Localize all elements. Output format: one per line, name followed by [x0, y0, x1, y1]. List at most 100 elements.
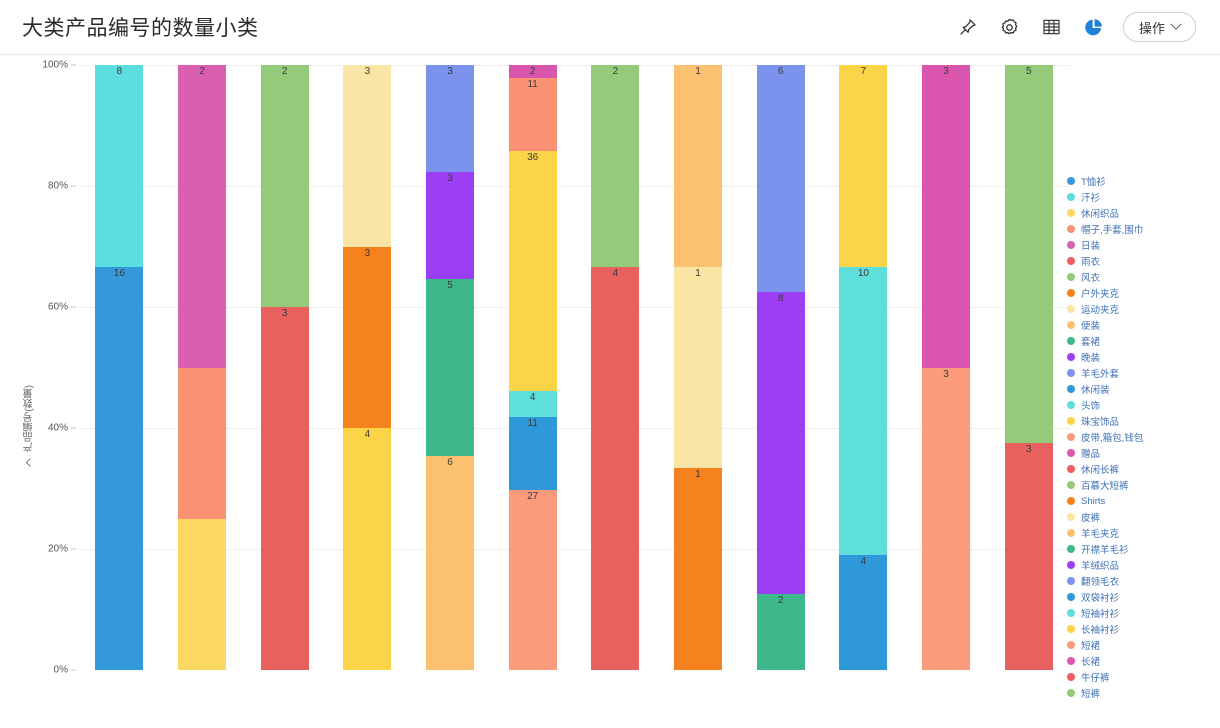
- legend-item[interactable]: 羊毛夹克: [1067, 525, 1202, 541]
- legend-item[interactable]: 短裙: [1067, 637, 1202, 653]
- bar-segment[interactable]: 7: [839, 65, 888, 267]
- legend-item[interactable]: 雨衣: [1067, 253, 1202, 269]
- bar-segment[interactable]: 5: [1004, 65, 1053, 444]
- bar-segment[interactable]: 1: [674, 468, 723, 670]
- page-title: 大类产品编号的数量小类: [22, 17, 259, 40]
- legend-item[interactable]: 羊毛外套: [1067, 365, 1202, 381]
- bar-segment[interactable]: 1: [674, 266, 723, 469]
- legend-color-swatch: [1067, 289, 1075, 297]
- bar-segment[interactable]: 4: [508, 390, 557, 418]
- legend-item[interactable]: 长袖衬衫: [1067, 621, 1202, 637]
- bar-segment[interactable]: 5: [426, 278, 475, 457]
- bar-segment[interactable]: 3: [922, 367, 971, 670]
- bar-segment-value: 11: [527, 79, 538, 91]
- legend-item[interactable]: 头饰: [1067, 397, 1202, 413]
- bar-stack: 3 3 5 6: [426, 65, 475, 670]
- bar-segment[interactable]: 3: [426, 171, 475, 279]
- legend-color-swatch: [1067, 417, 1075, 425]
- bar-segment[interactable]: [178, 367, 226, 519]
- y-axis-tick-label: 0%: [53, 664, 68, 676]
- legend-item[interactable]: 帽子,手套,围巾: [1067, 221, 1202, 237]
- legend-item-label: 赠品: [1081, 449, 1101, 460]
- legend-item-label: 便装: [1081, 321, 1101, 332]
- bar-segment[interactable]: 11: [508, 417, 557, 491]
- bar-stack: 3 3 4: [343, 65, 392, 670]
- bar-segment-value: 2: [529, 66, 536, 77]
- legend-item[interactable]: 休闲织品: [1067, 205, 1202, 221]
- page-header: 大类产品编号的数量小类 操作: [0, 0, 1220, 55]
- bar-segment[interactable]: 3: [922, 65, 971, 368]
- bar-segment[interactable]: 3: [260, 307, 309, 670]
- legend-item-label: 风衣: [1081, 273, 1101, 284]
- legend-item[interactable]: 珠宝饰品: [1067, 413, 1202, 429]
- bar-segment[interactable]: 36: [508, 151, 557, 391]
- bar-segment[interactable]: 2: [591, 65, 640, 267]
- bar-segment[interactable]: 6: [426, 456, 475, 670]
- bar-segment-value: 16: [113, 267, 125, 279]
- legend-item[interactable]: Shirts: [1067, 493, 1202, 509]
- legend-item[interactable]: 短裤: [1067, 685, 1202, 701]
- bar-segment[interactable]: 3: [1004, 443, 1053, 670]
- legend-item[interactable]: 羊绒织品: [1067, 557, 1202, 573]
- bar-segment[interactable]: [178, 518, 226, 670]
- legend-item[interactable]: 皮带,箱包,钱包: [1067, 429, 1202, 445]
- legend-item[interactable]: 套裙: [1067, 333, 1202, 349]
- bar-segment[interactable]: 2: [756, 594, 805, 670]
- legend-item[interactable]: 运动夹克: [1067, 301, 1202, 317]
- action-button[interactable]: 操作: [1122, 12, 1196, 42]
- bar-segment[interactable]: 8: [95, 65, 144, 267]
- bar-segment[interactable]: 27: [508, 490, 557, 670]
- bar-segment[interactable]: 2: [508, 65, 557, 79]
- bar-segment[interactable]: 6: [756, 65, 805, 292]
- bar-segment[interactable]: 16: [95, 266, 144, 670]
- legend-item-label: 羊绒织品: [1081, 561, 1120, 572]
- legend-item-label: 休闲装: [1081, 385, 1110, 396]
- legend-item[interactable]: 赠品: [1067, 445, 1202, 461]
- bar-segment[interactable]: 3: [343, 246, 392, 428]
- table-icon[interactable]: [1041, 16, 1063, 38]
- pin-icon[interactable]: [957, 16, 979, 38]
- bar-segment[interactable]: 4: [591, 266, 640, 670]
- legend-item[interactable]: 开襟羊毛衫: [1067, 541, 1202, 557]
- legend-item[interactable]: 户外夹克: [1067, 285, 1202, 301]
- legend-color-swatch: [1067, 449, 1075, 457]
- legend-item[interactable]: 便装: [1067, 317, 1202, 333]
- legend-item[interactable]: 晚装: [1067, 349, 1202, 365]
- legend-item[interactable]: 休闲长裤: [1067, 461, 1202, 477]
- legend-item[interactable]: 百慕大短裤: [1067, 477, 1202, 493]
- legend-item[interactable]: T恤衫: [1067, 173, 1202, 189]
- bar-segment[interactable]: 8: [756, 291, 805, 595]
- legend-item[interactable]: 短袖衬衫: [1067, 605, 1202, 621]
- bar-segment-value: 2: [612, 66, 619, 77]
- legend-item[interactable]: 休闲装: [1067, 381, 1202, 397]
- legend-item[interactable]: 牛仔裤: [1067, 669, 1202, 685]
- legend-item[interactable]: 翻领毛衣: [1067, 573, 1202, 589]
- bar-segment[interactable]: 2: [178, 65, 226, 368]
- bar-segment-value: 36: [527, 152, 539, 164]
- bar-segment[interactable]: 3: [426, 65, 475, 172]
- y-axis-tick-label: 100%: [42, 59, 68, 71]
- legend-item[interactable]: 皮裤: [1067, 509, 1202, 525]
- gear-icon[interactable]: [999, 16, 1021, 38]
- bar-segment[interactable]: 1: [674, 65, 723, 267]
- bar-segment[interactable]: 3: [343, 65, 392, 247]
- bar-segment-value: 3: [447, 66, 453, 77]
- bar-segment[interactable]: 10: [839, 266, 888, 555]
- legend-item-label: T恤衫: [1081, 177, 1106, 188]
- legend-item[interactable]: 风衣: [1067, 269, 1202, 285]
- bar-segment[interactable]: 4: [839, 554, 888, 670]
- bar-segment[interactable]: 4: [343, 428, 392, 670]
- bar-segment-value: 1: [695, 267, 701, 279]
- pie-chart-icon[interactable]: [1083, 16, 1105, 38]
- y-axis-tick-mark: [71, 64, 76, 66]
- legend-item[interactable]: 长裙: [1067, 653, 1202, 669]
- bar-segment[interactable]: 2: [260, 65, 309, 307]
- bar-segment[interactable]: 11: [508, 78, 557, 152]
- legend: T恤衫 汗衫 休闲织品 帽子,手套,围巾 日装 雨衣风衣 户外夹克 运动夹克便装 套裙 晚装 羊毛外…: [1067, 173, 1202, 701]
- legend-color-swatch: [1067, 673, 1075, 681]
- legend-item[interactable]: 汗衫: [1067, 189, 1202, 205]
- bar-segment-value: 1: [695, 469, 701, 481]
- legend-item[interactable]: 双袋衬衫: [1067, 589, 1202, 605]
- legend-item[interactable]: 日装: [1067, 237, 1202, 253]
- legend-color-swatch: [1067, 257, 1075, 265]
